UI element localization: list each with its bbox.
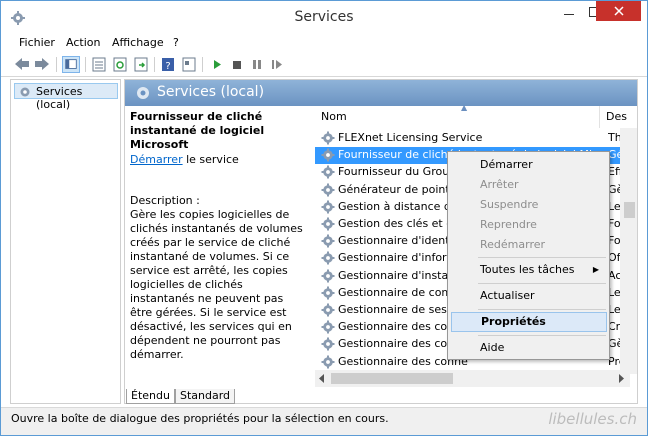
start-service-link[interactable]: Démarrer [130, 153, 183, 166]
forward-arrow-icon[interactable] [33, 56, 51, 73]
scroll-right-icon[interactable] [617, 374, 625, 383]
minimize-icon [563, 14, 574, 15]
back-arrow-icon[interactable] [13, 56, 31, 73]
console-tree-icon[interactable] [62, 56, 80, 73]
console-tree: Services (local) [10, 79, 121, 404]
ctx-stop[interactable]: Arrêter [451, 175, 607, 195]
ctx-separator [478, 335, 606, 336]
services-window: Services Fichier Action Affichage ? ? Se… [0, 0, 648, 436]
detail-service-name: Fournisseur de cliché instantané de logi… [130, 110, 265, 151]
services-gear-icon [137, 87, 149, 99]
table-row[interactable]: FLEXnet Licensing Service Thi [315, 130, 629, 147]
ctx-pause[interactable]: Suspendre [451, 195, 607, 215]
pane-header: Services (local) [125, 80, 637, 106]
play-icon[interactable] [208, 56, 226, 73]
title-bar[interactable]: Services [1, 1, 647, 34]
help-icon[interactable]: ? [159, 56, 177, 73]
horizontal-scroll-thumb[interactable] [331, 373, 453, 384]
menu-bar: Fichier Action Affichage ? [1, 34, 647, 52]
pause-icon[interactable] [248, 56, 266, 73]
export-list-icon[interactable] [132, 56, 150, 73]
column-header-name[interactable]: ▲ Nom [315, 103, 600, 128]
service-gear-icon [321, 355, 335, 369]
service-detail: Fournisseur de cliché instantané de logi… [130, 110, 308, 361]
service-gear-icon [321, 303, 335, 317]
ctx-all-tasks[interactable]: Toutes les tâches ▶ [451, 260, 607, 280]
service-name: FLEXnet Licensing Service [338, 131, 483, 144]
stop-icon[interactable] [228, 56, 246, 73]
tree-item-services-local[interactable]: Services (local) [14, 83, 118, 111]
pane-title: Services (local) [157, 84, 265, 100]
sort-ascending-icon: ▲ [461, 103, 468, 112]
column-desc-label: Des [606, 110, 627, 123]
window-title: Services [294, 9, 354, 25]
ctx-separator [478, 257, 606, 258]
detail-desc-title: Description : [130, 194, 200, 207]
ctx-resume[interactable]: Reprendre [451, 215, 607, 235]
close-icon [613, 6, 624, 16]
menu-help[interactable]: ? [173, 36, 179, 49]
detail-description: Gère les copies logicielles de clichés i… [130, 208, 303, 361]
services-gear-icon [20, 87, 30, 97]
svg-text:?: ? [165, 61, 170, 72]
vertical-scroll-thumb[interactable] [624, 202, 635, 218]
tab-standard[interactable]: Standard [175, 389, 236, 404]
toolbar: ? [1, 52, 647, 77]
service-gear-icon [321, 200, 335, 214]
context-menu: Démarrer Arrêter Suspendre Reprendre Red… [447, 151, 610, 360]
ctx-start[interactable]: Démarrer [451, 155, 607, 175]
ctx-help[interactable]: Aide [451, 338, 607, 358]
menu-action[interactable]: Action [66, 36, 100, 49]
ctx-all-tasks-label: Toutes les tâches [480, 263, 575, 276]
service-gear-icon [321, 217, 335, 231]
vertical-scrollbar[interactable] [620, 128, 637, 374]
service-gear-icon [321, 234, 335, 248]
status-bar: Ouvre la boîte de dialogue des propriété… [1, 407, 647, 435]
ctx-properties[interactable]: Propriétés [451, 312, 607, 332]
scroll-left-icon[interactable] [318, 374, 326, 383]
menu-fichier[interactable]: Fichier [19, 36, 55, 49]
detail-action: Démarrer le service [130, 153, 239, 167]
start-service-suffix: le service [182, 153, 239, 166]
service-gear-icon [321, 286, 335, 300]
service-gear-icon [321, 165, 335, 179]
service-gear-icon [321, 251, 335, 265]
column-header-description[interactable]: Des [600, 106, 637, 128]
ctx-separator [478, 309, 606, 310]
restart-icon[interactable] [268, 56, 286, 73]
refresh-icon[interactable] [111, 56, 129, 73]
service-gear-icon [321, 269, 335, 283]
tree-item-label: Services (local) [36, 85, 83, 111]
horizontal-scrollbar[interactable] [315, 370, 630, 387]
ctx-separator [478, 283, 606, 284]
tab-extended[interactable]: Étendu [126, 389, 175, 404]
service-gear-icon [321, 148, 335, 162]
menu-affichage[interactable]: Affichage [112, 36, 164, 49]
status-text: Ouvre la boîte de dialogue des propriété… [11, 412, 389, 425]
watermark: libellules.ch [548, 410, 637, 428]
list-view-icon[interactable] [90, 56, 108, 73]
column-name-label: Nom [321, 110, 347, 123]
service-gear-icon [321, 337, 335, 351]
close-button[interactable] [596, 1, 641, 21]
service-gear-icon [321, 183, 335, 197]
properties-pane-icon[interactable] [180, 56, 198, 73]
service-gear-icon [321, 131, 335, 145]
submenu-arrow-icon: ▶ [592, 265, 599, 274]
ctx-restart[interactable]: Redémarrer [451, 235, 607, 255]
service-gear-icon [321, 320, 335, 334]
ctx-refresh[interactable]: Actualiser [451, 286, 607, 306]
